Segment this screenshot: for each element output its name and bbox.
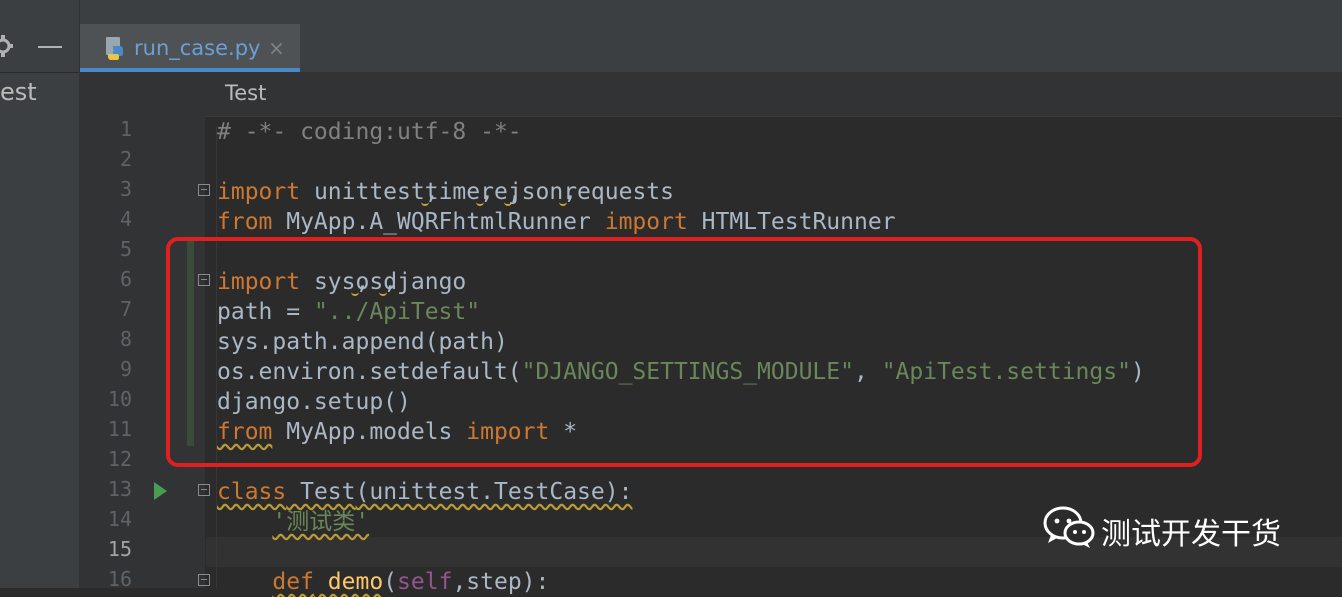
run-test-icon[interactable] [154,482,167,500]
breadcrumb-item[interactable]: Test [225,81,266,105]
watermark-text: 测试开发干货 [1101,517,1281,552]
breadcrumb: Test [80,73,1342,117]
project-tree-item[interactable]: est [0,78,37,106]
tab-label: run_case.py [134,36,261,60]
fold-marker-icon[interactable] [198,184,210,196]
line-number: 9 [119,357,132,381]
keyword: from [217,209,273,235]
close-tab-icon[interactable]: × [268,36,285,60]
base-class: (unittest.TestCase): [355,479,633,505]
line-number: 4 [119,207,132,231]
line-number: 10 [107,387,132,411]
line-number: 1 [119,117,132,141]
highlight-box [166,237,1202,467]
line-number: 14 [107,507,132,531]
fold-marker-icon[interactable] [198,484,210,496]
editor-tab-bar: run_case.py × [80,24,1342,73]
line-number: 12 [107,447,132,471]
comment: # -*- coding:utf-8 -*- [217,119,522,145]
line-number: 3 [119,177,132,201]
line-number: 5 [119,237,132,261]
line-number: 8 [119,327,132,351]
hide-panel-icon[interactable] [38,46,62,48]
window-top-strip [80,0,1342,25]
params: ,step): [452,569,550,595]
code-line-13[interactable]: class Test(unittest.TestCase): [217,477,632,507]
line-number: 7 [119,297,132,321]
paren: ( [383,569,398,595]
module-name: requests [563,179,674,205]
line-number: 6 [119,267,132,291]
line-number: 16 [107,567,132,591]
code-line-4[interactable]: from MyApp.A_WQRFhtmlRunner import HTMLT… [217,207,896,237]
fold-marker-icon[interactable] [198,574,210,586]
docstring: '测试类' [272,509,370,535]
module-name: unittest [300,179,425,205]
function-name: demo [313,569,384,595]
gear-icon[interactable] [0,34,14,62]
line-number: 2 [119,147,132,171]
class-name: Test [286,479,356,505]
current-line-number: 15 [107,537,132,561]
code-line-16[interactable]: def demo(self,step): [217,567,549,597]
code-line-3[interactable]: import unittest,time,re,json,requests [217,177,674,207]
line-number: 13 [107,477,132,501]
module-name: MyApp.A_WQRFhtmlRunner [272,209,605,235]
keyword: import [604,209,688,235]
self-param: self [397,569,453,595]
python-file-icon [104,36,128,66]
keyword: import [217,179,301,205]
wechat-icon [1042,504,1096,554]
keyword: def [272,569,314,595]
code-line-14[interactable]: '测试类' [217,507,369,537]
keyword: class [217,479,287,505]
imported-name: HTMLTestRunner [687,209,896,235]
tab-run-case-py[interactable]: run_case.py × [80,24,300,72]
code-line-1[interactable]: # -*- coding:utf-8 -*- [217,117,522,147]
line-number: 11 [107,417,132,441]
active-tab-indicator [80,68,300,72]
